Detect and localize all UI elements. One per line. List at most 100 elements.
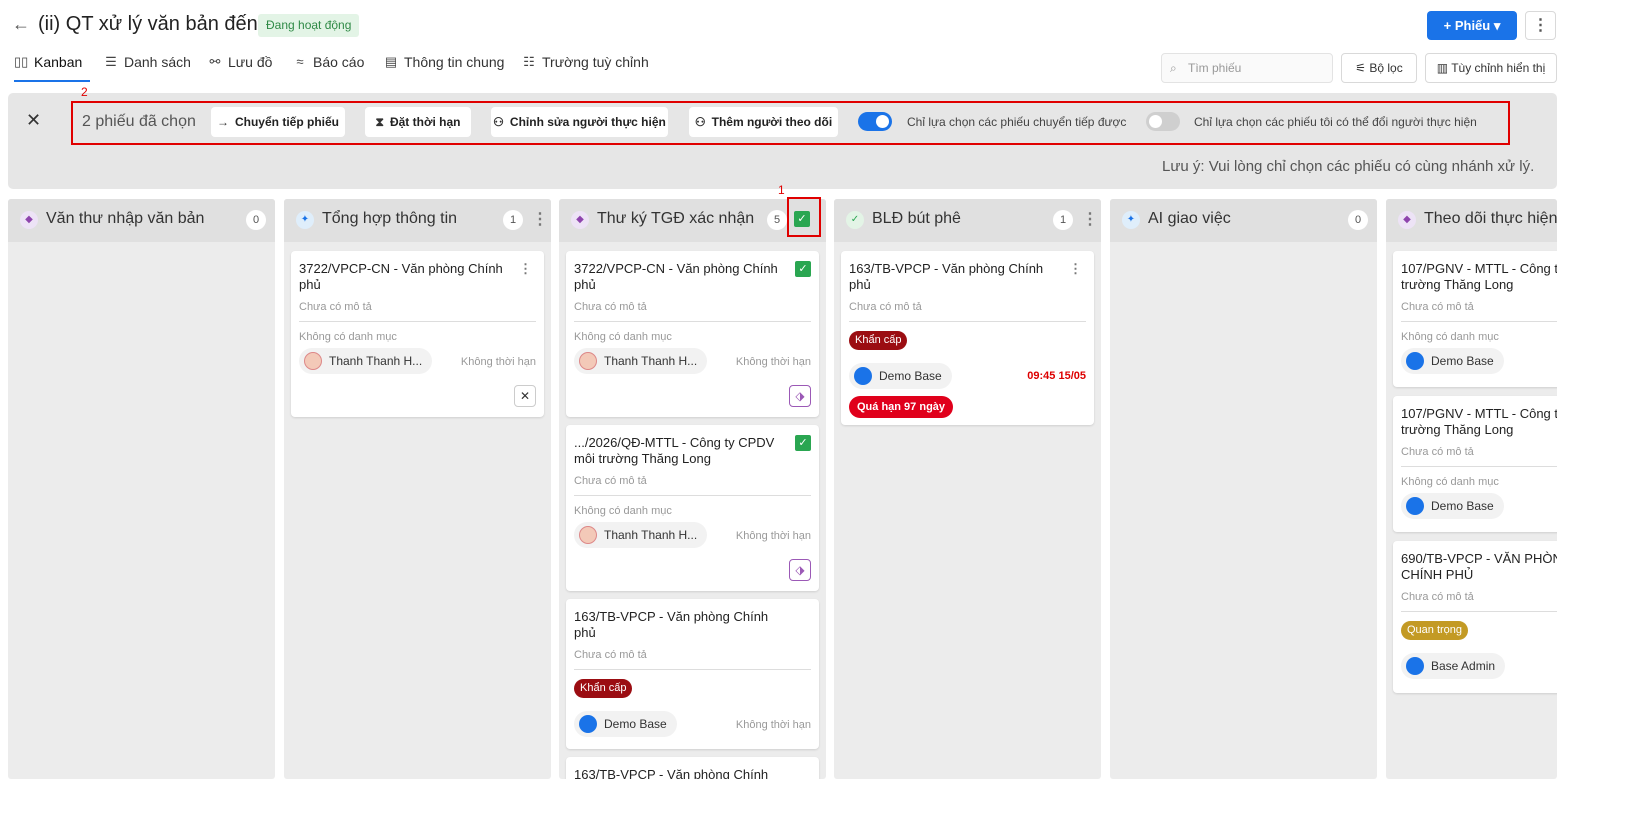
ai-stage-icon: ✦ — [1122, 211, 1140, 229]
ticket-title: 690/TB-VPCP - VĂN PHÒNG CHÍNH PHỦ — [1401, 551, 1557, 582]
ticket-card[interactable]: 3722/VPCP-CN - Văn phòng Chính phủ ✓ Chư… — [566, 251, 819, 417]
customize-display-button[interactable]: ▥ Tùy chỉnh hiển thị — [1425, 53, 1557, 83]
assignee-chip[interactable]: Demo Base — [849, 363, 952, 389]
edit-assignee-button[interactable]: ⚇ Chỉnh sửa người thực hiện — [491, 107, 668, 137]
selected-count: 2 phiếu đã chọn — [82, 113, 196, 130]
ticket-description: Chưa có mô tả — [574, 301, 647, 313]
column-count: 1 — [503, 210, 523, 230]
tab-label: Trường tuỳ chỉnh — [542, 54, 649, 70]
ticket-description: Chưa có mô tả — [849, 301, 922, 313]
search-input[interactable]: ⌕ Tìm phiếu — [1161, 53, 1333, 83]
assignee-chip[interactable]: Thanh Thanh H... — [299, 348, 433, 374]
assignee-chip[interactable]: Demo Base — [1401, 493, 1504, 519]
tab-custom-fields[interactable]: ☷ Trường tuỳ chỉnh — [522, 54, 649, 82]
column-more-icon[interactable]: ⋮ — [1082, 209, 1098, 229]
column-count: 0 — [1348, 210, 1368, 230]
ai-action-icon[interactable]: ⬗ — [789, 385, 811, 407]
kanban-column: ✦ AI giao việc 0 — [1110, 199, 1377, 779]
column-header: ✓ BLĐ bút phê 1 ⋮ — [834, 199, 1101, 242]
ticket-card[interactable]: 107/PGNV - MTTL - Công ty Môi trường Thă… — [1393, 396, 1557, 532]
column-count: 1 — [1053, 210, 1073, 230]
kanban-column: ✓ BLĐ bút phê 1 ⋮ 163/TB-VPCP - Văn phòn… — [834, 199, 1101, 779]
divider — [574, 495, 811, 496]
ticket-card[interactable]: 3722/VPCP-CN - Văn phòng Chính phủ ⋮ Chư… — [291, 251, 544, 417]
ticket-description: Chưa có mô tả — [1401, 591, 1474, 603]
ticket-description: Chưa có mô tả — [574, 475, 647, 487]
ticket-card[interactable]: 690/TB-VPCP - VĂN PHÒNG CHÍNH PHỦ Chưa c… — [1393, 541, 1557, 693]
tab-list[interactable]: ☰ Danh sách — [104, 54, 191, 82]
tab-flowchart[interactable]: ⚯ Lưu đồ — [208, 54, 273, 82]
assignee-chip[interactable]: Thanh Thanh H... — [574, 348, 708, 374]
tab-label: Danh sách — [124, 54, 191, 70]
new-ticket-button[interactable]: + Phiếu ▾ — [1427, 11, 1517, 40]
avatar — [304, 352, 322, 370]
assignee-chip[interactable]: Base Admin — [1401, 653, 1506, 679]
card-checkbox[interactable]: ✓ — [795, 261, 811, 277]
card-checkbox[interactable]: ✓ — [795, 435, 811, 451]
ticket-category: Không có danh mục — [1401, 331, 1499, 343]
top-bar: ← (ii) QT xử lý văn bản đến Đang hoạt độ… — [0, 0, 1639, 50]
ticket-description: Chưa có mô tả — [1401, 446, 1474, 458]
avatar — [579, 352, 597, 370]
close-icon[interactable]: ✕ — [514, 385, 536, 407]
set-deadline-button[interactable]: ⧗ Đặt thời hạn — [365, 107, 471, 137]
toggle-assignee-only[interactable] — [1146, 112, 1180, 131]
button-label: Chuyển tiếp phiếu — [234, 115, 339, 129]
assignee-chip[interactable]: Demo Base — [574, 711, 677, 737]
ticket-card[interactable]: 163/TB-VPCP - Văn phòng Chính phủ ⋮ Chưa… — [841, 251, 1094, 425]
page-title: (ii) QT xử lý văn bản đến — [38, 13, 258, 35]
priority-tag: Khẩn cấp — [849, 331, 908, 350]
column-title: Tổng hợp thông tin — [322, 210, 458, 227]
card-more-icon[interactable]: ⋮ — [1069, 261, 1082, 277]
back-arrow-icon[interactable]: ← — [12, 14, 30, 35]
button-label: Thêm người theo dõi — [711, 115, 833, 129]
filter-button[interactable]: ⚟ Bộ lọc — [1341, 53, 1417, 83]
ticket-card[interactable]: 163/TB-VPCP - Văn phòng Chính — [566, 757, 819, 779]
close-icon[interactable]: ✕ — [26, 110, 41, 131]
selection-note: Lưu ý: Vui lòng chỉ chọn các phiếu có cù… — [1162, 158, 1535, 175]
stage-icon: ◆ — [1398, 211, 1416, 229]
divider — [299, 321, 536, 322]
marker-label-1: 1 — [778, 183, 785, 197]
toggle-assignee-label: Chỉ lựa chọn các phiếu tôi có thể đổi ng… — [1194, 115, 1477, 129]
assignee-name: Demo Base — [1431, 354, 1494, 368]
forward-ticket-button[interactable]: → Chuyển tiếp phiếu — [211, 107, 345, 137]
ticket-deadline: Không thời hạn — [735, 530, 811, 542]
assignee-chip[interactable]: Demo Base — [1401, 348, 1504, 374]
ticket-title: 3722/VPCP-CN - Văn phòng Chính phủ — [299, 261, 503, 292]
divider — [574, 669, 811, 670]
toggle-knob — [876, 115, 889, 128]
ai-action-icon[interactable]: ⬗ — [789, 559, 811, 581]
column-header: ✦ Tổng hợp thông tin 1 ⋮ — [284, 199, 551, 242]
tab-general-info[interactable]: ▤ Thông tin chung — [384, 54, 505, 82]
assignee-chip[interactable]: Thanh Thanh H... — [574, 522, 708, 548]
kanban-icon: ▯▯ — [14, 54, 29, 69]
avatar — [1406, 497, 1424, 515]
column-count: 0 — [246, 210, 266, 230]
add-follower-button[interactable]: ⚇ Thêm người theo dõi — [689, 107, 838, 137]
ticket-title: 107/PGNV - MTTL - Công ty Môi trường Thă… — [1401, 406, 1557, 437]
column-title: Theo dõi thực hiện — [1424, 210, 1557, 227]
ticket-title: 163/TB-VPCP - Văn phòng Chính phủ — [574, 609, 769, 640]
tab-report[interactable]: ≈ Báo cáo — [293, 54, 364, 82]
ticket-category: Không có danh mục — [574, 331, 672, 343]
ticket-card[interactable]: 107/PGNV - MTTL - Công ty môi trường Thă… — [1393, 251, 1557, 387]
tab-label: Báo cáo — [313, 54, 365, 70]
list-icon: ☰ — [105, 54, 117, 69]
search-icon: ⌕ — [1170, 61, 1177, 75]
column-more-icon[interactable]: ⋮ — [532, 209, 548, 229]
tab-kanban[interactable]: ▯▯ Kanban — [14, 54, 90, 82]
toggle-forwardable-label: Chỉ lựa chọn các phiếu chuyển tiếp được — [907, 115, 1127, 129]
column-title: Thư ký TGĐ xác nhận — [597, 210, 755, 227]
kanban-column: ◆ Theo dõi thực hiện 107/PGNV - MTTL - C… — [1386, 199, 1557, 779]
column-header: ◆ Văn thư nhập văn bản 0 — [8, 199, 275, 242]
overdue-badge: Quá hạn 97 ngày — [849, 396, 954, 418]
card-more-icon[interactable]: ⋮ — [519, 261, 532, 277]
hourglass-icon: ⧗ — [375, 115, 384, 129]
ai-stage-icon: ✦ — [296, 211, 314, 229]
toggle-forwardable-only[interactable] — [858, 112, 892, 131]
avatar — [1406, 352, 1424, 370]
ticket-card[interactable]: .../2026/QĐ-MTTL - Công ty CPDV môi trườ… — [566, 425, 819, 591]
more-options-icon[interactable]: ⋮ — [1525, 11, 1556, 40]
ticket-card[interactable]: 163/TB-VPCP - Văn phòng Chính phủ Chưa c… — [566, 599, 819, 749]
